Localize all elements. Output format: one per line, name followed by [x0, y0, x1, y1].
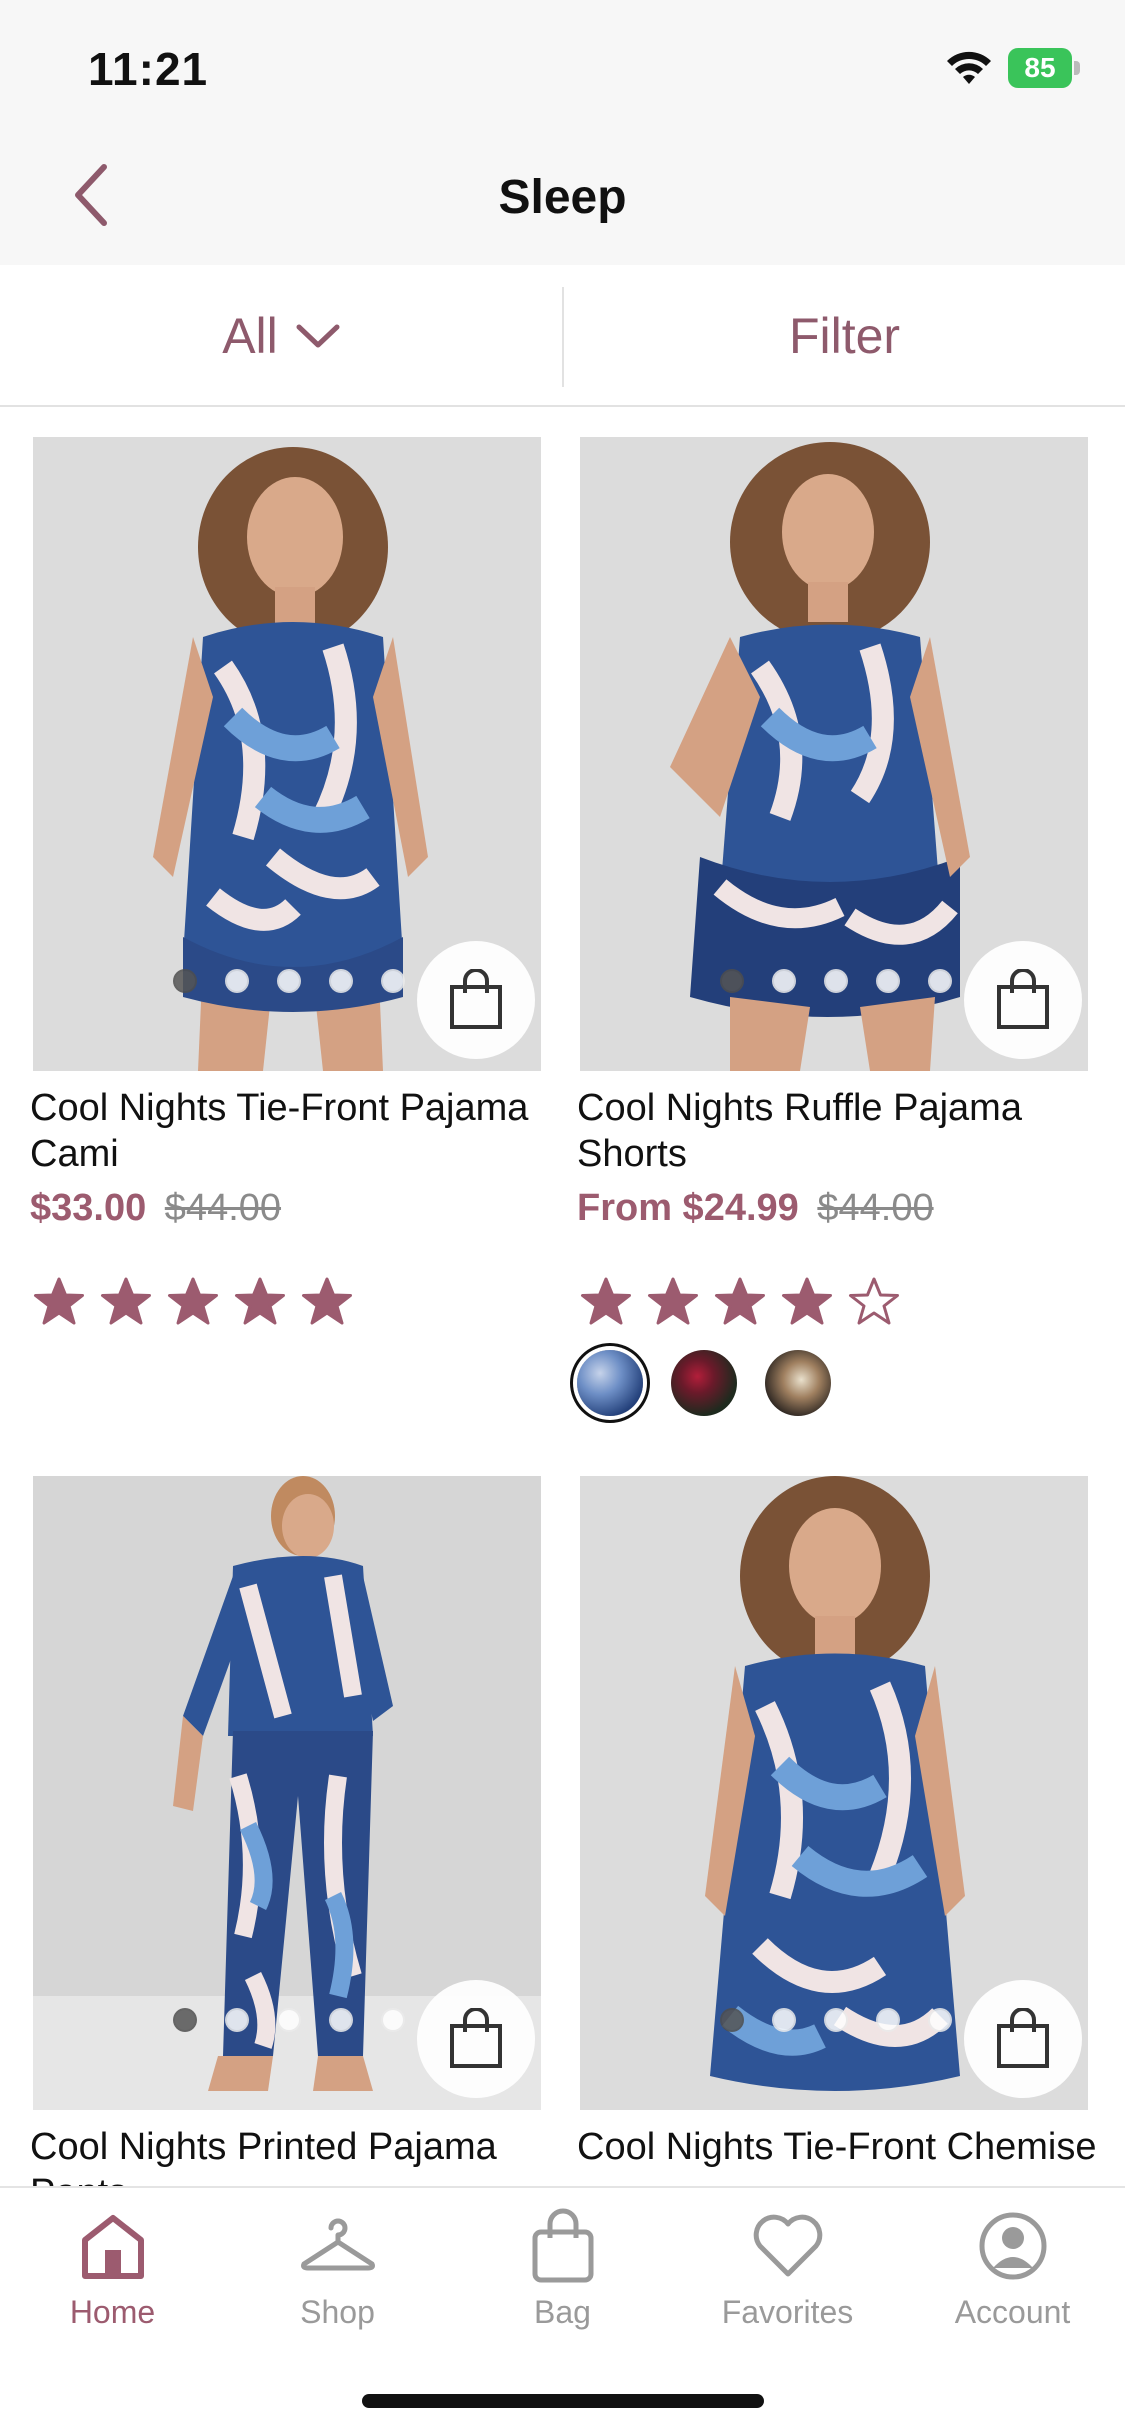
- pager-dot[interactable]: [381, 2008, 405, 2032]
- product-name[interactable]: Cool Nights Ruffle Pajama Shorts: [577, 1085, 1117, 1177]
- wifi-icon: [947, 51, 991, 84]
- color-swatches: [577, 1350, 1090, 1416]
- pager-dot[interactable]: [928, 2008, 952, 2032]
- product-image[interactable]: [33, 1476, 541, 2110]
- image-pager[interactable]: [173, 969, 405, 993]
- pager-dot[interactable]: [876, 969, 900, 993]
- star-rating: [580, 1276, 1090, 1328]
- tab-label: Favorites: [721, 2294, 854, 2330]
- pager-dot[interactable]: [772, 2008, 796, 2032]
- star-filled-icon: [648, 1277, 698, 1325]
- tab-account[interactable]: Account: [900, 2206, 1125, 2331]
- nav-bar: Sleep: [0, 130, 1125, 265]
- bag-icon: [450, 969, 502, 1029]
- add-to-bag-button[interactable]: [417, 941, 535, 1059]
- battery-level: 85: [1024, 52, 1056, 83]
- pager-dot[interactable]: [277, 969, 301, 993]
- product-image[interactable]: [580, 1476, 1088, 2110]
- image-pager[interactable]: [720, 2008, 952, 2032]
- add-to-bag-button[interactable]: [964, 941, 1082, 1059]
- filter-bar: All Filter: [0, 265, 1125, 407]
- star-filled-icon: [581, 1277, 631, 1325]
- pager-dot[interactable]: [173, 969, 197, 993]
- category-dropdown[interactable]: All: [0, 265, 562, 407]
- tab-shop[interactable]: Shop: [225, 2206, 450, 2331]
- star-filled-icon: [235, 1277, 285, 1325]
- battery-icon: 85: [1008, 48, 1080, 88]
- pager-dot[interactable]: [381, 969, 405, 993]
- status-time: 11:21: [88, 43, 209, 95]
- image-pager[interactable]: [173, 2008, 405, 2032]
- pager-dot[interactable]: [720, 969, 744, 993]
- account-icon: [979, 2212, 1046, 2280]
- chevron-down-icon: [296, 324, 340, 348]
- product-card[interactable]: Cool Nights Tie-Front Chemise: [577, 1476, 1097, 2170]
- pager-dot[interactable]: [225, 969, 249, 993]
- pager-dot[interactable]: [824, 2008, 848, 2032]
- star-rating: [33, 1276, 543, 1328]
- product-card[interactable]: Cool Nights Tie-Front Pajama Cami $33.00…: [30, 437, 543, 1328]
- sale-price: From $24.99: [577, 1187, 799, 1229]
- category-dropdown-label: All: [222, 308, 278, 364]
- hanger-icon: [300, 2218, 375, 2271]
- color-swatch-brown-print[interactable]: [765, 1350, 831, 1416]
- original-price: $44.00: [817, 1187, 934, 1229]
- product-name[interactable]: Cool Nights Tie-Front Chemise: [577, 2124, 1117, 2170]
- filter-button-label: Filter: [788, 308, 901, 364]
- star-filled-icon: [715, 1277, 765, 1325]
- pager-dot[interactable]: [329, 2008, 353, 2032]
- star-filled-icon: [101, 1277, 151, 1325]
- star-filled-icon: [302, 1277, 352, 1325]
- star-filled-icon: [168, 1277, 218, 1325]
- pager-dot[interactable]: [928, 969, 952, 993]
- add-to-bag-button[interactable]: [417, 1980, 535, 2098]
- pager-dot[interactable]: [720, 2008, 744, 2032]
- tab-favorites[interactable]: Favorites: [675, 2206, 900, 2331]
- add-to-bag-button[interactable]: [964, 1980, 1082, 2098]
- tab-label: Bag: [534, 2294, 591, 2330]
- product-price: $33.00 $44.00: [30, 1187, 543, 1230]
- image-pager[interactable]: [720, 969, 952, 993]
- star-filled-icon: [782, 1277, 832, 1325]
- pager-dot[interactable]: [173, 2008, 197, 2032]
- star-empty-icon: [849, 1277, 899, 1325]
- pager-dot[interactable]: [824, 969, 848, 993]
- product-card[interactable]: Cool Nights Ruffle Pajama Shorts From $2…: [577, 437, 1090, 1416]
- tab-home[interactable]: Home: [0, 2206, 225, 2331]
- tab-label: Account: [954, 2294, 1071, 2330]
- product-name[interactable]: Cool Nights Tie-Front Pajama Cami: [30, 1085, 570, 1177]
- tab-label: Shop: [300, 2294, 375, 2330]
- product-card[interactable]: Cool Nights Printed Pajama Pants: [30, 1476, 543, 2216]
- original-price: $44.00: [164, 1187, 282, 1229]
- page-title: Sleep: [498, 171, 627, 224]
- home-indicator: [362, 2394, 764, 2408]
- bag-icon: [532, 2208, 593, 2283]
- pager-dot[interactable]: [772, 969, 796, 993]
- bag-icon: [997, 969, 1049, 1029]
- tab-label: Home: [69, 2294, 156, 2330]
- status-bar: 11:21 85: [0, 0, 1125, 130]
- color-swatch-blue-print[interactable]: [577, 1350, 643, 1416]
- heart-icon: [753, 2214, 822, 2277]
- pager-dot[interactable]: [876, 2008, 900, 2032]
- product-image[interactable]: [580, 437, 1088, 1071]
- pager-dot[interactable]: [329, 969, 353, 993]
- pager-dot[interactable]: [277, 2008, 301, 2032]
- bag-icon: [997, 2008, 1049, 2068]
- filter-button[interactable]: Filter: [564, 265, 1125, 407]
- pager-dot[interactable]: [225, 2008, 249, 2032]
- star-filled-icon: [34, 1277, 84, 1325]
- product-price: From $24.99 $44.00: [577, 1187, 1090, 1230]
- color-swatch-dark-floral[interactable]: [671, 1350, 737, 1416]
- home-icon: [81, 2215, 144, 2279]
- sale-price: $33.00: [30, 1187, 147, 1229]
- bag-icon: [450, 2008, 502, 2068]
- product-image[interactable]: [33, 437, 541, 1071]
- tab-bag[interactable]: Bag: [450, 2206, 675, 2331]
